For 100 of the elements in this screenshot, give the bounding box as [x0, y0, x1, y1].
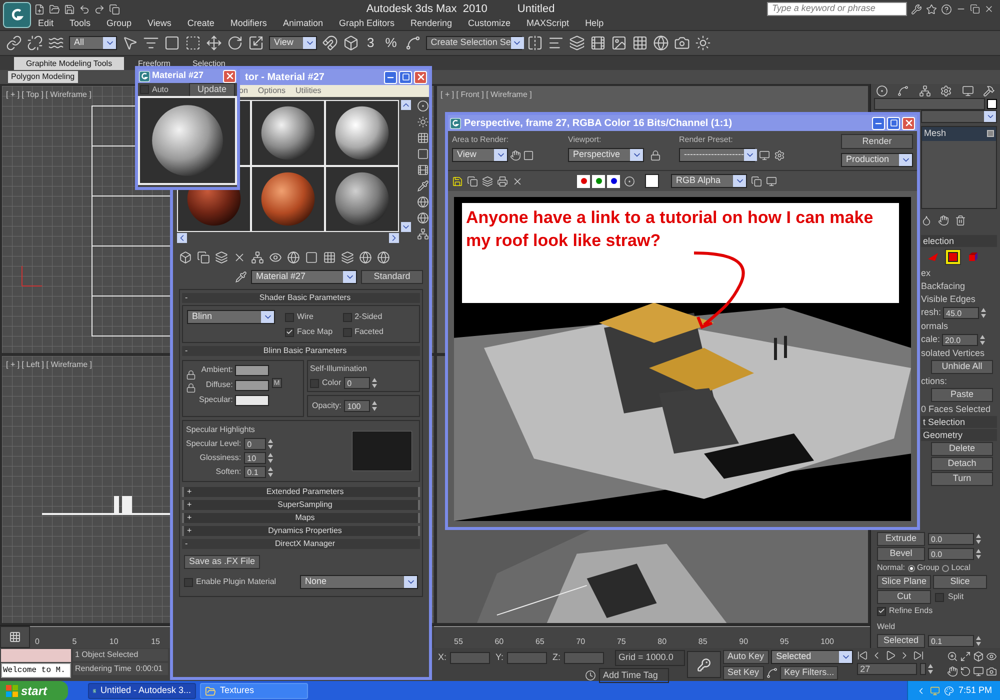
- button[interactable]: Turn: [931, 472, 993, 486]
- image-icon[interactable]: [610, 35, 627, 51]
- radio-button[interactable]: [942, 564, 950, 572]
- minimize-button[interactable]: [872, 116, 885, 130]
- menu-item[interactable]: Create: [187, 17, 214, 31]
- viewport-label[interactable]: [ + ] [ Left ] [ Wireframe ]: [6, 359, 92, 371]
- list-icon[interactable]: [143, 35, 159, 51]
- number-field[interactable]: 0: [344, 377, 370, 389]
- button[interactable]: Detach: [931, 457, 993, 471]
- display-icon[interactable]: [766, 176, 777, 186]
- curve-icon[interactable]: [766, 667, 778, 679]
- scale-icon[interactable]: [248, 35, 264, 51]
- box-icon[interactable]: [973, 651, 984, 662]
- button[interactable]: Selected: [877, 634, 925, 648]
- maximize-button[interactable]: [887, 116, 900, 130]
- link-icon[interactable]: [6, 35, 22, 51]
- monitor-icon[interactable]: [962, 84, 974, 97]
- dropdown[interactable]: View: [269, 36, 317, 50]
- plugin-dropdown[interactable]: None: [300, 575, 418, 589]
- globe-icon[interactable]: [652, 35, 669, 51]
- set-key-button[interactable]: Set Key: [722, 666, 764, 680]
- taskbar-button[interactable]: Textures: [200, 683, 308, 699]
- channel-toggle[interactable]: [592, 174, 605, 188]
- menu-item[interactable]: Options: [258, 85, 286, 97]
- checkbox[interactable]: [310, 378, 319, 388]
- menu-item[interactable]: MAXScript: [526, 17, 570, 31]
- number-field[interactable]: 20.0: [942, 334, 978, 346]
- checkbox[interactable]: [140, 85, 149, 94]
- zoom-extents-icon[interactable]: [960, 651, 971, 662]
- copy-icon[interactable]: [197, 251, 210, 264]
- viewport-label[interactable]: [ + ] [ Top ] [ Wireframe ]: [6, 89, 92, 101]
- hierarchy-icon[interactable]: [918, 84, 931, 97]
- checkbox[interactable]: [877, 606, 886, 616]
- play-icon[interactable]: [885, 650, 896, 661]
- number-field[interactable]: [920, 663, 926, 675]
- object-color-swatch[interactable]: [987, 98, 997, 109]
- search-field[interactable]: Type a keyword or phrase: [767, 2, 907, 16]
- settings-icon[interactable]: [774, 150, 785, 160]
- skip-back-icon[interactable]: [857, 650, 868, 661]
- material-type-button[interactable]: Standard: [361, 270, 423, 284]
- window-icon[interactable]: [751, 176, 762, 186]
- rollout-header[interactable]: Geometry: [921, 429, 997, 441]
- hammer-icon[interactable]: [983, 84, 996, 97]
- print-icon[interactable]: [497, 176, 508, 186]
- time-configuration-button[interactable]: [0, 626, 30, 648]
- menu-item[interactable]: Modifiers: [230, 17, 267, 31]
- button[interactable]: Slice: [933, 575, 987, 589]
- rollout-header[interactable]: election: [921, 235, 997, 247]
- rollout-header[interactable]: - DirectX Manager: [182, 539, 420, 549]
- box-icon[interactable]: [343, 35, 359, 51]
- rollout-header[interactable]: - Shader Basic Parameters: [182, 293, 420, 303]
- eye-icon[interactable]: [269, 251, 282, 264]
- rollout-header[interactable]: - Blinn Basic Parameters: [182, 346, 420, 356]
- camera-icon[interactable]: [674, 35, 690, 51]
- skip-forward-icon[interactable]: [913, 650, 924, 661]
- save-icon[interactable]: [64, 4, 75, 14]
- frame-field[interactable]: 27: [857, 663, 918, 675]
- color-swatch[interactable]: [234, 394, 269, 406]
- logo-icon[interactable]: [139, 70, 150, 82]
- snap-toggle[interactable]: 3: [364, 33, 378, 53]
- button[interactable]: Paste: [931, 388, 993, 402]
- broken-link-icon[interactable]: [27, 35, 43, 51]
- folder-icon[interactable]: [49, 4, 60, 14]
- help-icon[interactable]: [941, 4, 952, 14]
- hand-icon[interactable]: [510, 150, 521, 160]
- checkbox[interactable]: [342, 312, 352, 322]
- rollout-header[interactable]: t Selection: [921, 416, 997, 428]
- radio-button[interactable]: [908, 564, 916, 572]
- save-icon[interactable]: [452, 176, 463, 186]
- pan-icon[interactable]: [947, 666, 958, 676]
- menu-item[interactable]: Rendering: [410, 17, 452, 31]
- coordinate-field[interactable]: [564, 652, 604, 664]
- zoom-icon[interactable]: [947, 651, 958, 662]
- rollout-header[interactable]: + Dynamics Properties: [182, 526, 420, 536]
- restore-icon[interactable]: [970, 4, 980, 14]
- layers-icon[interactable]: [568, 35, 585, 51]
- rollout-header[interactable]: + SuperSampling: [182, 500, 420, 510]
- magnet-icon[interactable]: [322, 35, 338, 51]
- curve-icon[interactable]: [897, 84, 910, 97]
- button[interactable]: Delete: [931, 442, 993, 456]
- checkbox[interactable]: [935, 592, 944, 602]
- button[interactable]: Bevel: [877, 547, 925, 561]
- dropdown[interactable]: --------------------: [679, 148, 755, 162]
- checker-icon[interactable]: [323, 251, 336, 264]
- square-icon[interactable]: [305, 251, 318, 264]
- number-field[interactable]: 0.0: [928, 548, 974, 560]
- checkbox[interactable]: [342, 328, 352, 336]
- redo-icon[interactable]: [94, 4, 105, 14]
- button[interactable]: Cut: [877, 590, 931, 604]
- auto-key-button[interactable]: Auto Key: [722, 650, 770, 664]
- channel-dropdown[interactable]: RGB Alpha: [671, 174, 747, 188]
- scroll-down-icon[interactable]: [401, 222, 411, 232]
- checkbox[interactable]: [285, 328, 294, 336]
- time-ruler[interactable]: 0 5 10 15: [30, 626, 170, 648]
- logo-icon[interactable]: [450, 118, 461, 128]
- align-icon[interactable]: [548, 35, 564, 51]
- crop-icon[interactable]: [523, 150, 534, 160]
- menu-item[interactable]: Graph Editors: [338, 17, 394, 31]
- add-time-tag-button[interactable]: Add Time Tag: [599, 668, 669, 683]
- viewport-label[interactable]: [ + ] [ Front ] [ Wireframe ]: [440, 89, 532, 101]
